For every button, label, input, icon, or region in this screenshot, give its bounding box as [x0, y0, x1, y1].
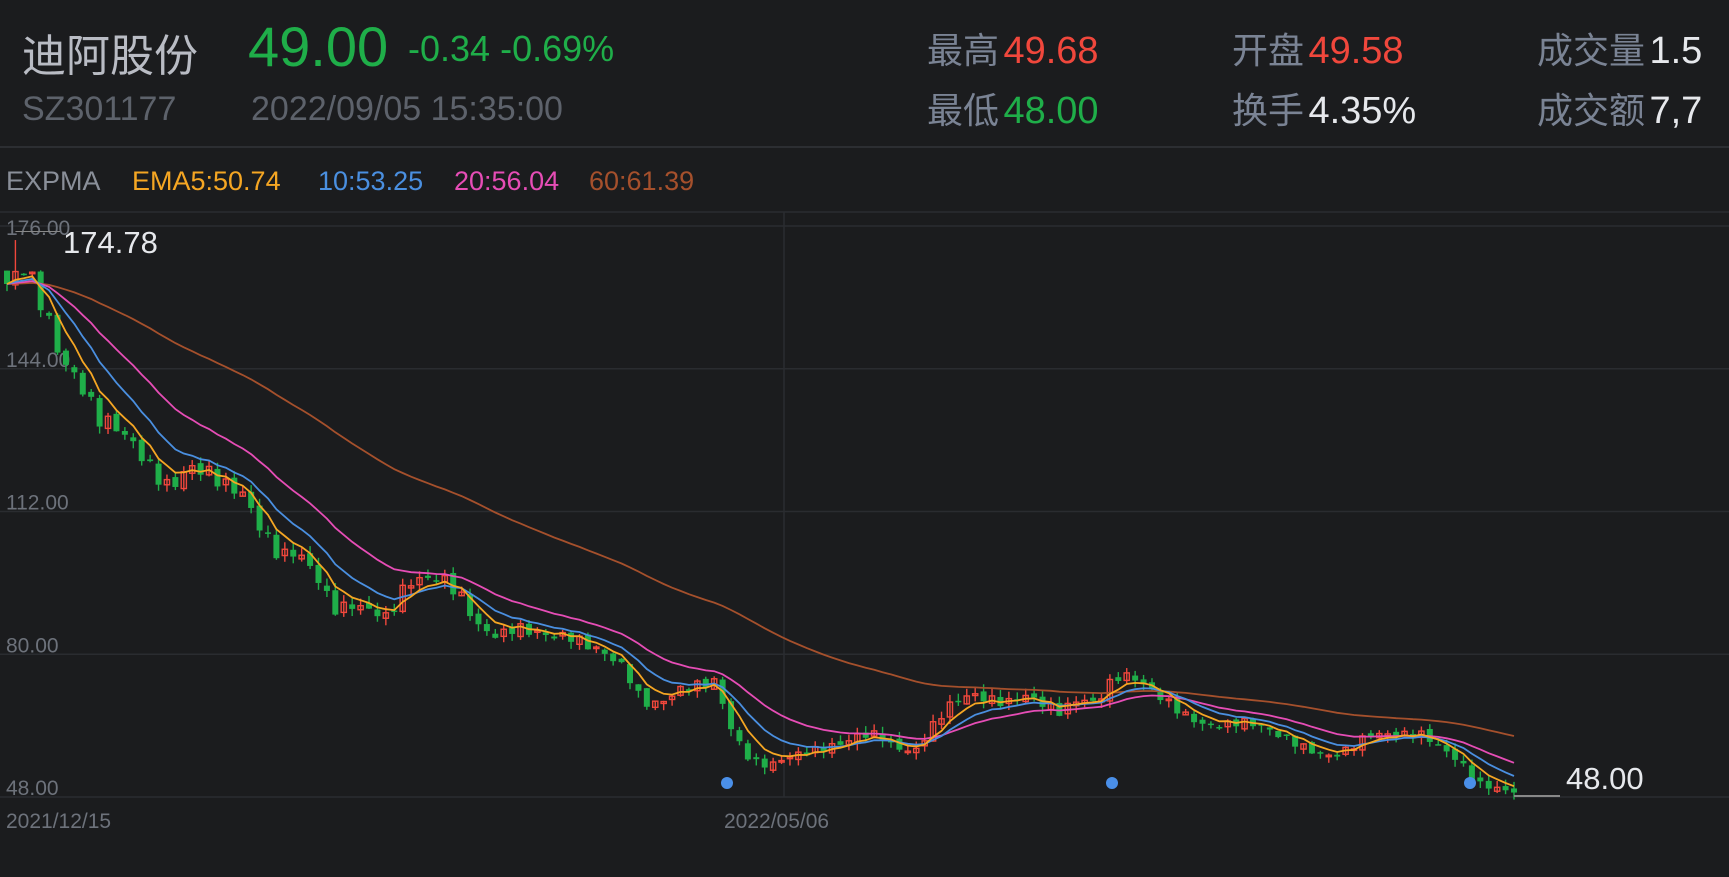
y-tick-label: 176.00 [6, 217, 70, 240]
candle [315, 564, 322, 583]
y-tick-label: 48.00 [6, 777, 59, 800]
candle [761, 758, 768, 768]
candlestick-chart[interactable]: 176.00 144.00 112.00 80.00 48.00 2021/12/15 20… [0, 0, 1729, 877]
candle [46, 312, 53, 316]
candle [736, 730, 743, 742]
candle [955, 700, 962, 703]
candle [71, 367, 78, 373]
max-price-label: 174.78 [63, 225, 158, 260]
x-tick-label: 2021/12/15 [6, 810, 111, 833]
ema20-line [6, 280, 1515, 764]
signal-dot [721, 777, 733, 789]
y-tick-label: 80.00 [6, 634, 59, 657]
candle [172, 477, 179, 487]
candle [643, 688, 650, 707]
candle [256, 505, 263, 531]
candle [130, 437, 137, 442]
candle [62, 350, 69, 365]
candle [744, 743, 751, 760]
candle [1334, 754, 1341, 757]
candle [1090, 697, 1097, 701]
candle [1460, 760, 1467, 764]
candle [1443, 745, 1450, 752]
candle [1485, 780, 1492, 789]
ema60-line [6, 281, 1515, 737]
candle [1266, 727, 1273, 730]
candle [214, 468, 221, 487]
candle [138, 439, 145, 462]
candle [635, 684, 642, 691]
candle [980, 691, 987, 702]
candle [20, 273, 27, 276]
candle [1132, 675, 1139, 681]
candle [88, 391, 95, 397]
y-tick-label: 144.00 [6, 349, 70, 372]
candle [702, 678, 709, 688]
candle [79, 372, 86, 395]
candle [1511, 788, 1517, 793]
candle [1207, 723, 1214, 726]
candle [551, 636, 558, 639]
candle [96, 398, 103, 427]
candle [753, 757, 760, 760]
candle [332, 590, 339, 615]
candle [610, 653, 617, 662]
candle [273, 534, 280, 559]
candle [113, 413, 120, 432]
candle [1283, 734, 1290, 736]
candle [424, 575, 431, 578]
candle [837, 741, 844, 745]
min-price-label: 48.00 [1566, 761, 1644, 796]
candle [1502, 786, 1509, 791]
candle [618, 658, 625, 663]
candle [1115, 677, 1122, 681]
candle [1191, 713, 1198, 723]
ema5-line [6, 275, 1515, 788]
candle [121, 430, 128, 435]
signal-dot [1106, 777, 1118, 789]
candle [1317, 752, 1324, 754]
candle [483, 624, 490, 632]
candle [568, 632, 575, 642]
x-tick-label: 2022/05/06 [724, 810, 829, 833]
candle [323, 585, 330, 591]
candle [197, 463, 204, 475]
candle [147, 459, 154, 462]
candle [1216, 727, 1223, 729]
candle [290, 549, 297, 557]
candle [1275, 730, 1282, 738]
candle [1031, 693, 1038, 698]
signal-dot [1464, 777, 1476, 789]
candle [475, 613, 482, 625]
candle [1477, 777, 1484, 782]
candle [264, 532, 271, 534]
y-tick-label: 112.00 [6, 492, 69, 515]
candle [433, 580, 440, 582]
candle [492, 633, 499, 638]
candle [1435, 744, 1442, 746]
candle [1199, 719, 1206, 724]
candle [374, 609, 381, 617]
candle [349, 604, 356, 609]
candle [601, 649, 608, 654]
candle [155, 463, 162, 485]
